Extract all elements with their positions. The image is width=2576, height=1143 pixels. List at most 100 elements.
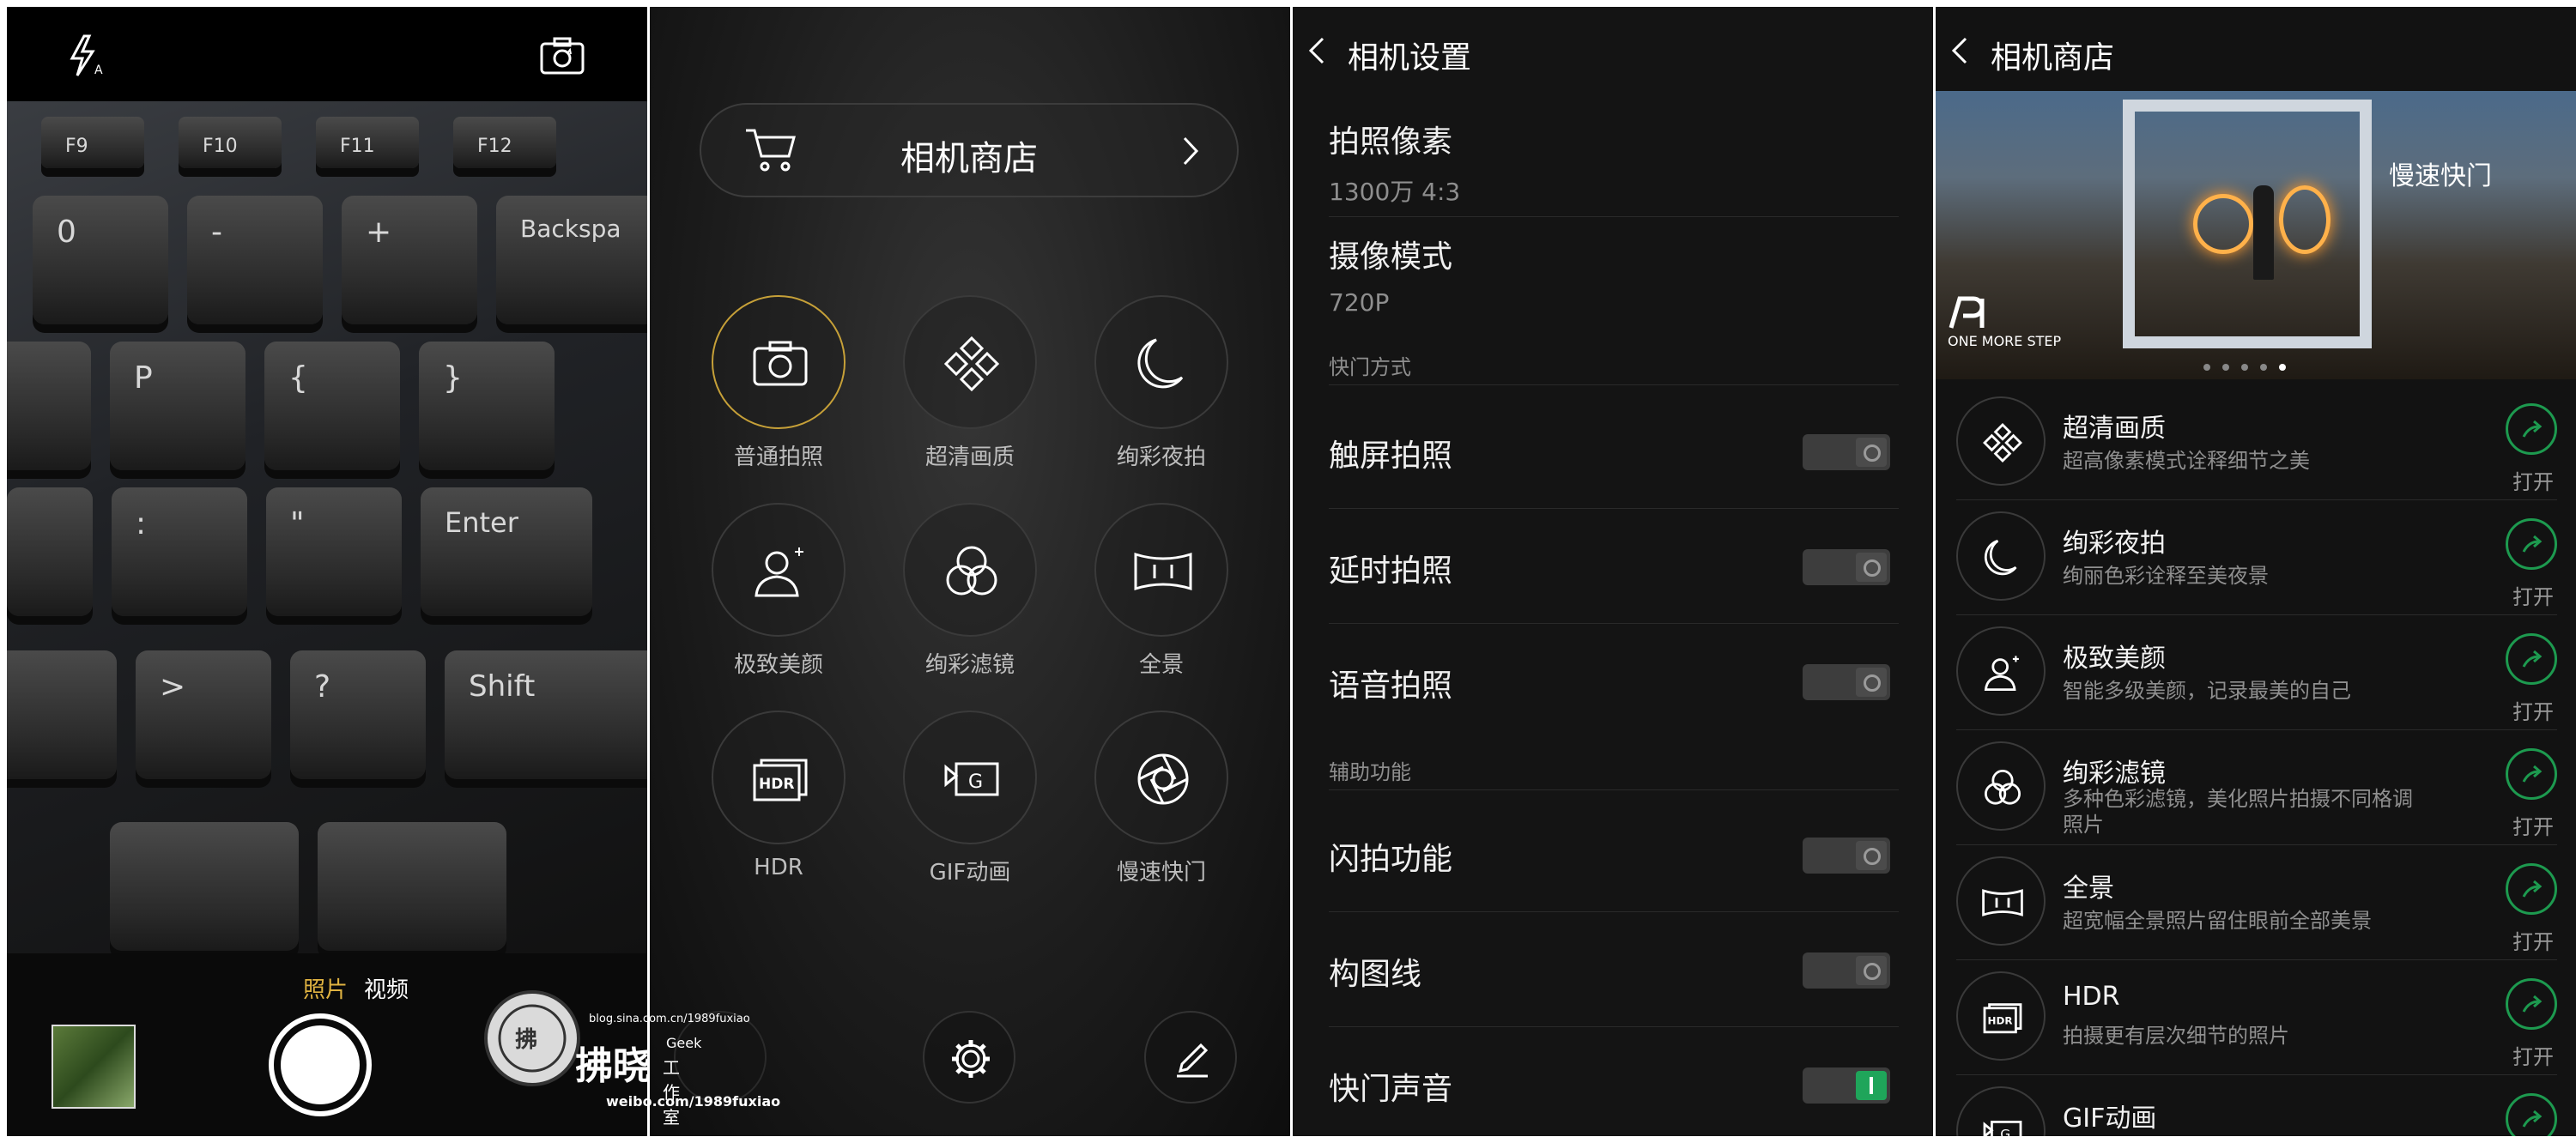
mode-filter[interactable]: 绚彩滤镜 — [893, 503, 1047, 679]
hdr-icon: HDR — [753, 759, 808, 801]
banner-subtitle: ONE MORE STEP — [1948, 333, 2062, 349]
pagination-dot[interactable] — [2203, 364, 2210, 371]
switch-camera-icon[interactable] — [539, 36, 585, 79]
mode-slow-shutter[interactable]: 慢速快门 — [1084, 711, 1239, 886]
grid-lines-toggle[interactable] — [1803, 952, 1890, 989]
overlap-circles-icon — [1985, 770, 2021, 805]
pagination-dot[interactable] — [2241, 364, 2248, 371]
open-button[interactable] — [2506, 1093, 2557, 1136]
mode-panorama-circle — [1094, 503, 1228, 637]
setting-timer-capture[interactable]: 延时拍照 — [1329, 508, 1899, 624]
store-item-gif[interactable]: G GIF动画 — [1956, 1074, 2557, 1136]
page-title: 相机商店 — [1991, 40, 2115, 76]
svg-text:G: G — [2000, 1127, 2010, 1136]
store-item-icon: G — [1956, 1086, 2046, 1136]
settings-button[interactable] — [923, 1011, 1015, 1104]
keyboard-key: - — [187, 196, 323, 324]
mode-selection-screen: 相机商店 普通拍照 超清画质 绚彩夜拍 极致美颜 绚彩滤镜 全景 HDR HDR… — [650, 7, 1290, 1136]
mode-super-hd[interactable]: 超清画质 — [893, 295, 1047, 471]
camera-preview[interactable]: F9 F10 F11 F12 0 - + Backspa O P { } : "… — [7, 101, 647, 953]
chevron-right-icon — [1182, 136, 1199, 170]
camera-viewfinder-screen: A F9 F10 F11 F12 0 - + Backspa O P { } :… — [7, 7, 647, 1136]
keyboard-key — [318, 822, 506, 951]
store-item-hdr[interactable]: HDR HDR 拍摄更有层次细节的照片 打开 — [1956, 959, 2557, 1075]
gif-icon: G — [944, 762, 999, 796]
keyboard-key: F9 — [41, 117, 144, 168]
store-item-beauty[interactable]: 极致美颜 智能多级美颜，记录最美的自己 打开 — [1956, 614, 2557, 730]
shutter-button[interactable] — [269, 1013, 372, 1116]
voice-capture-toggle[interactable] — [1803, 664, 1890, 700]
tab-video[interactable]: 视频 — [364, 972, 409, 1004]
banner-light-glow — [2193, 194, 2253, 254]
overlap-circles-icon — [946, 546, 997, 596]
open-button[interactable] — [2506, 518, 2557, 570]
timer-capture-toggle[interactable] — [1803, 549, 1890, 585]
mode-normal-photo[interactable]: 普通拍照 — [701, 295, 856, 471]
edit-button[interactable] — [1144, 1011, 1237, 1104]
mode-night[interactable]: 绚彩夜拍 — [1084, 295, 1239, 471]
setting-shutter-sound[interactable]: 快门声音 — [1329, 1026, 1899, 1136]
touch-capture-toggle[interactable] — [1803, 434, 1890, 470]
store-banner[interactable]: 慢速快门 ONE MORE STEP — [1936, 91, 2576, 379]
mode-hdr[interactable]: HDR HDR — [701, 711, 856, 880]
banner-light-glow — [2279, 185, 2331, 254]
store-item-night[interactable]: 绚彩夜拍 绚丽色彩诠释至美夜景 打开 — [1956, 499, 2557, 615]
svg-text:HDR: HDR — [1988, 1015, 2013, 1027]
arrow-up-right-icon — [2522, 535, 2543, 553]
arrow-up-right-icon — [2522, 420, 2543, 438]
burst-toggle[interactable] — [1803, 838, 1890, 874]
portrait-sparkle-icon — [1984, 656, 2019, 691]
store-item-filter[interactable]: 绚彩滤镜 多种色彩滤镜，美化照片拍摄不同格调照片 打开 — [1956, 729, 2557, 845]
mode-night-circle — [1094, 295, 1228, 429]
keyboard-key: Backspa — [496, 196, 647, 324]
section-aux-functions: 辅助功能 — [1329, 760, 1411, 784]
portrait-sparkle-icon — [755, 547, 803, 597]
pagination-dot[interactable] — [2260, 364, 2267, 371]
store-item-panorama[interactable]: 全景 超宽幅全景照片留住眼前全部美景 打开 — [1956, 844, 2557, 960]
banner-person — [2253, 185, 2274, 280]
keyboard-key — [7, 487, 93, 616]
setting-video-mode[interactable]: 摄像模式 720P — [1329, 232, 1899, 331]
back-arrow-icon[interactable] — [1308, 36, 1325, 69]
gear-icon — [952, 1040, 990, 1078]
setting-grid-lines[interactable]: 构图线 — [1329, 911, 1899, 1027]
setting-burst[interactable]: 闪拍功能 — [1329, 796, 1899, 912]
open-button[interactable] — [2506, 403, 2557, 455]
mode-beauty-circle — [712, 503, 846, 637]
shutter-sound-toggle[interactable] — [1803, 1067, 1890, 1104]
open-button[interactable] — [2506, 978, 2557, 1030]
arrow-up-right-icon — [2522, 1110, 2543, 1128]
store-item-icon — [1956, 741, 2046, 831]
flash-auto-icon[interactable]: A — [69, 34, 106, 81]
mode-filter-circle — [903, 503, 1037, 637]
store-item-icon: HDR — [1956, 971, 2046, 1061]
mode-panorama[interactable]: 全景 — [1084, 503, 1239, 679]
keyboard-key: } — [419, 342, 555, 470]
keyboard-key: " — [266, 487, 402, 616]
panorama-icon — [1982, 889, 2023, 916]
gallery-thumbnail[interactable] — [52, 1025, 136, 1109]
keyboard-key: : — [112, 487, 247, 616]
tab-photo[interactable]: 照片 — [303, 972, 348, 1004]
mode-beauty[interactable]: 极致美颜 — [701, 503, 856, 679]
keyboard-key: F11 — [316, 117, 419, 168]
open-button[interactable] — [2506, 633, 2557, 685]
setting-voice-capture[interactable]: 语音拍照 — [1329, 623, 1899, 738]
camera-icon — [753, 341, 808, 386]
keyboard-key: F12 — [453, 117, 556, 168]
pagination-dot-active[interactable] — [2279, 364, 2286, 371]
open-button[interactable] — [2506, 748, 2557, 800]
arrow-up-right-icon — [2522, 650, 2543, 668]
svg-text:G: G — [968, 771, 983, 793]
banner-pagination[interactable] — [2203, 364, 2286, 371]
open-button[interactable] — [2506, 863, 2557, 915]
camera-store-screen: 相机商店 慢速快门 ONE MORE STEP 超清画质 超高像素模式诠释细节之… — [1936, 7, 2576, 1136]
back-arrow-icon[interactable] — [1951, 36, 1968, 69]
store-item-super-hd[interactable]: 超清画质 超高像素模式诠释细节之美 打开 — [1956, 384, 2557, 500]
mode-gif[interactable]: G GIF动画 — [893, 711, 1047, 886]
camera-store-button[interactable]: 相机商店 — [700, 103, 1239, 197]
mode-normal-photo-circle — [712, 295, 846, 429]
pagination-dot[interactable] — [2222, 364, 2229, 371]
setting-photo-resolution[interactable]: 拍照像素 1300万 4:3 — [1329, 117, 1899, 217]
setting-touch-capture[interactable]: 触屏拍照 — [1329, 393, 1899, 509]
